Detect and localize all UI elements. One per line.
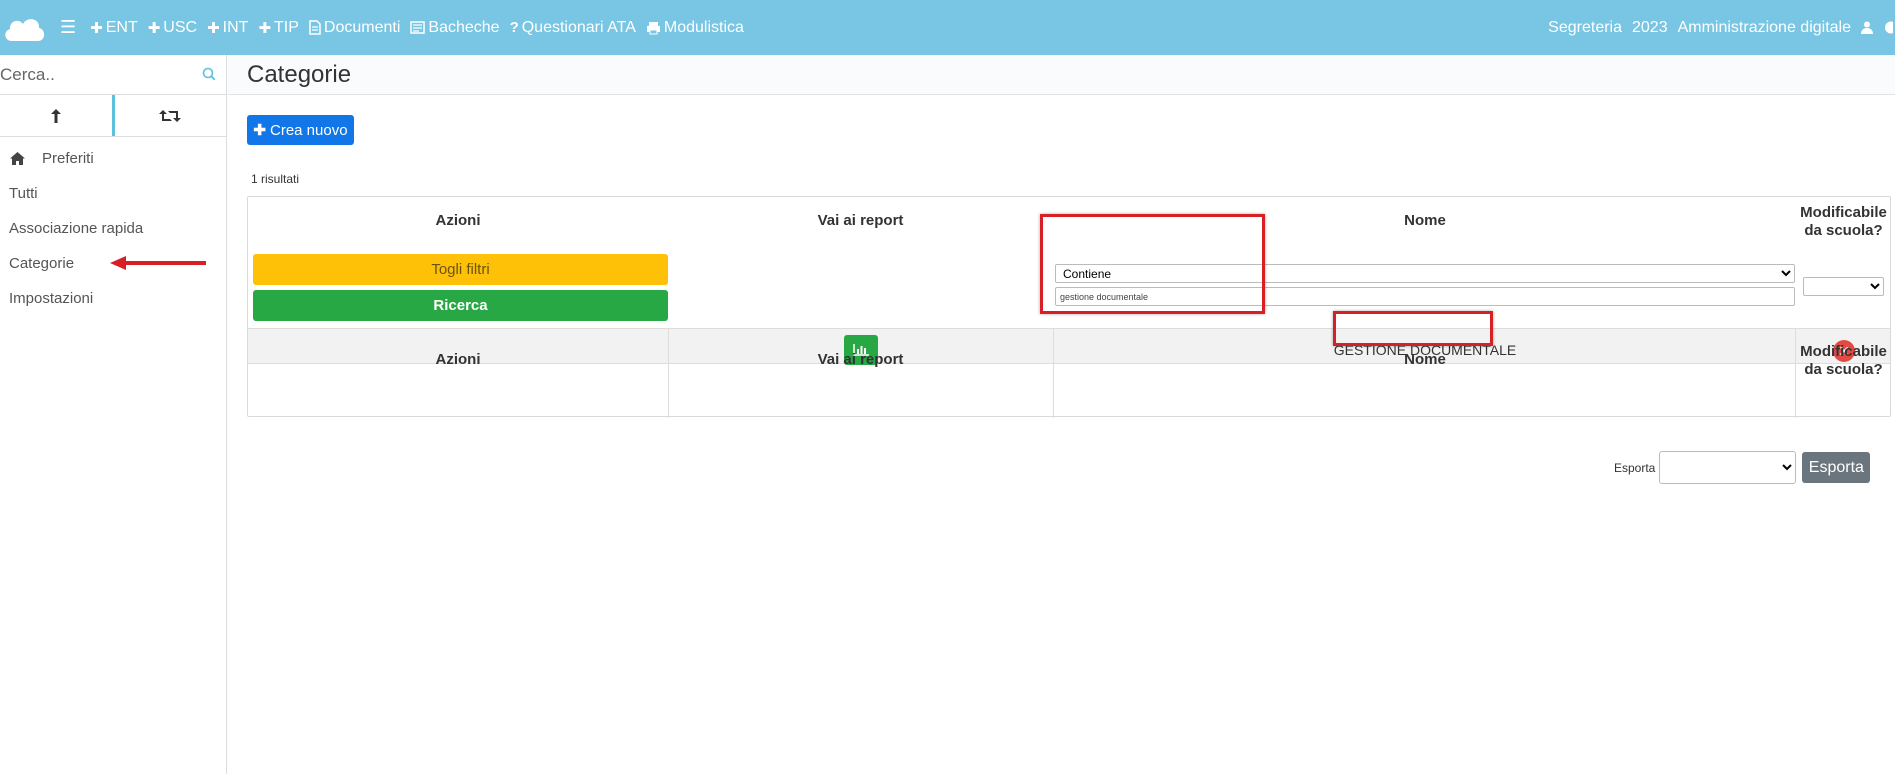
create-new-button[interactable]: ✚ Crea nuovo: [247, 115, 354, 145]
annotation-box-filter: [1040, 214, 1265, 314]
annotation-box-row: [1333, 311, 1493, 346]
page-title: Categorie: [247, 60, 352, 88]
sidebar: Preferiti Tutti Associazione rapida Cate…: [0, 55, 227, 774]
search-icon[interactable]: [202, 67, 216, 81]
export-bar: Esporta Esporta: [1614, 451, 1871, 484]
level-up-icon: [50, 108, 61, 123]
retweet-icon: [159, 109, 182, 122]
export-format-select[interactable]: [1659, 451, 1797, 484]
export-label: Esporta: [1614, 460, 1656, 475]
sidebar-search: [0, 55, 226, 95]
clear-filters-button[interactable]: Togli filtri: [253, 254, 668, 285]
top-right-info: Segreteria 2023 Amministrazione digitale: [1548, 0, 1895, 55]
main-content: Categorie ✚ Crea nuovo 1 risultati Azion…: [228, 55, 1895, 774]
user-icon[interactable]: [1861, 21, 1873, 34]
printer-icon: [646, 21, 660, 34]
nav-bacheche[interactable]: Bacheche: [410, 19, 500, 37]
nav-documenti[interactable]: Documenti: [309, 19, 400, 37]
year-label[interactable]: 2023: [1632, 19, 1668, 37]
red-arrow-annotation-icon: [110, 256, 206, 270]
results-count: 1 risultati: [251, 172, 300, 186]
sidebar-item-categorie[interactable]: Categorie: [0, 246, 226, 281]
footer-azioni: Azioni: [435, 351, 481, 368]
office-label[interactable]: Segreteria: [1548, 19, 1622, 37]
sidebar-menu: Preferiti Tutti Associazione rapida Cate…: [0, 137, 226, 316]
cloud-logo-icon[interactable]: [2, 13, 46, 43]
footer-nome: Nome: [1404, 351, 1446, 368]
top-bar: ☰ ✚ ENT ✚ USC ✚ INT ✚ TIP Documenti Bacheche…: [0, 0, 1895, 55]
plus-icon: ✚: [90, 19, 103, 37]
sidebar-item-tutti[interactable]: Tutti: [0, 176, 226, 211]
top-nav: ☰ ✚ ENT ✚ USC ✚ INT ✚ TIP Documenti Bacheche…: [60, 17, 744, 38]
sidebar-tabs: [0, 95, 226, 137]
plus-icon: ✚: [207, 19, 220, 37]
tab-up[interactable]: [0, 95, 115, 136]
nav-modulistica[interactable]: Modulistica: [646, 19, 744, 37]
nav-questionari[interactable]: ? Questionari ATA: [510, 19, 636, 37]
page-header: Categorie: [228, 55, 1895, 95]
footer-modificabile: Modificabile da scuola?: [1800, 343, 1887, 378]
nav-usc[interactable]: ✚ USC: [148, 19, 197, 37]
search-button[interactable]: Ricerca: [253, 290, 668, 321]
document-icon: [309, 20, 321, 35]
app-label[interactable]: Amministrazione digitale: [1678, 19, 1851, 37]
export-button[interactable]: Esporta: [1802, 452, 1871, 483]
hamburger-icon: ☰: [60, 17, 77, 37]
main-menu-button[interactable]: ☰: [60, 17, 80, 38]
data-grid: Azioni Vai ai report Nome Modificabile d…: [247, 196, 1892, 418]
header-report[interactable]: Vai ai report: [668, 212, 1053, 229]
footer-report: Vai ai report: [817, 351, 904, 368]
nav-ent[interactable]: ✚ ENT: [90, 19, 138, 37]
sidebar-item-impostazioni[interactable]: Impostazioni: [0, 281, 226, 316]
header-azioni[interactable]: Azioni: [248, 212, 668, 229]
tab-retweet[interactable]: [115, 95, 227, 136]
sidebar-item-preferiti[interactable]: Preferiti: [0, 141, 226, 176]
help-icon[interactable]: [1883, 21, 1893, 34]
board-icon: [410, 21, 426, 34]
plus-icon: ✚: [147, 19, 161, 37]
search-input[interactable]: [0, 59, 190, 90]
question-icon: ?: [509, 19, 519, 36]
home-icon: [10, 152, 25, 165]
filter-modificabile-select[interactable]: [1803, 277, 1884, 296]
plus-icon: ✚: [258, 19, 272, 37]
nav-tip[interactable]: ✚ TIP: [258, 19, 298, 37]
nav-int[interactable]: ✚ INT: [207, 19, 248, 37]
header-modificabile[interactable]: Modificabile da scuola?: [1795, 204, 1892, 240]
sidebar-item-associazione-rapida[interactable]: Associazione rapida: [0, 211, 226, 246]
plus-icon: ✚: [253, 122, 266, 139]
